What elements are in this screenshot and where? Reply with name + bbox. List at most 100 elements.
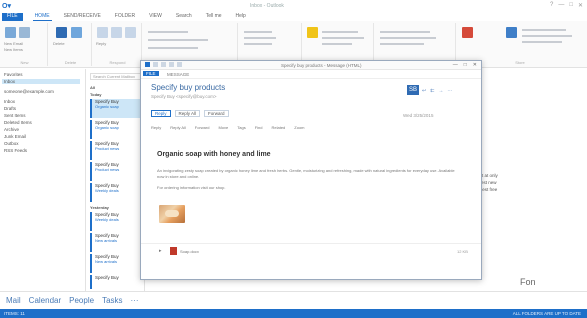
forward-icon[interactable] [125, 27, 136, 38]
reply-icon[interactable] [97, 27, 108, 38]
tab-home[interactable]: HOME [32, 13, 52, 21]
folder-drafts[interactable]: Drafts [4, 106, 16, 111]
message-body-footer: For ordering information visit our shop. [157, 185, 226, 190]
folder-outbox[interactable]: Outbox [4, 141, 19, 146]
undo-icon[interactable] [153, 62, 158, 67]
help-button[interactable]: ? [550, 2, 553, 9]
folder-rss[interactable]: RSS Feeds [4, 148, 27, 153]
filter-all[interactable]: All [90, 85, 95, 90]
group-respond-label: Respond [109, 60, 126, 65]
tab-search[interactable]: Search [174, 13, 194, 21]
folder-account[interactable]: someone@example.com [4, 89, 54, 94]
delete-label: Delete [53, 41, 65, 46]
store-icon[interactable] [462, 27, 473, 38]
cmd-reply[interactable]: Reply [151, 125, 161, 130]
folder-inbox[interactable]: Inbox [4, 99, 15, 104]
attachment-bar: ▸ Soap.docx 12 KB [141, 243, 481, 258]
close-button[interactable]: ✕ [473, 62, 477, 68]
group-today: Today [90, 92, 102, 97]
ribbon-tabs: FILE HOME SEND/RECEIVE FOLDER VIEW Searc… [0, 13, 587, 21]
nav-more[interactable]: ··· [131, 296, 139, 305]
message-actions: ↩ ⇇ → ⋯ [422, 88, 452, 94]
maximize-button[interactable]: □ [464, 62, 467, 68]
folder-archive[interactable]: Archive [4, 127, 19, 132]
forward-icon[interactable]: → [438, 88, 443, 94]
ribbon-group-respond: Reply Respond [94, 23, 142, 66]
tab-file[interactable]: FILE [143, 71, 159, 76]
tab-send-receive[interactable]: SEND/RECEIVE [62, 13, 103, 21]
reply-icon[interactable]: ↩ [422, 88, 426, 94]
folder-sent[interactable]: Sent Items [4, 113, 26, 118]
list-item[interactable]: Specify Buy Weekly deals [90, 212, 142, 231]
list-item[interactable]: Specify Buy Product news [90, 162, 142, 181]
tab-tell-me[interactable]: Tell me [204, 13, 224, 21]
cmd-related[interactable]: Related [271, 125, 285, 130]
attachment-size: 12 KB [457, 249, 468, 254]
window-title: Inbox - Outlook [250, 3, 284, 9]
archive-icon[interactable] [71, 27, 82, 38]
cmd-find[interactable]: Find [255, 125, 263, 130]
tab-message[interactable]: MESSAGE [167, 72, 189, 77]
more-icon[interactable]: ⋯ [447, 88, 452, 94]
folder-inbox-favorite[interactable]: Inbox [2, 79, 80, 84]
group-new-label: New [20, 60, 29, 65]
reply-all-button[interactable]: Reply All [174, 110, 201, 117]
list-item[interactable]: Specify Buy Weekly deals [90, 183, 142, 202]
tab-file[interactable]: FILE [2, 13, 23, 21]
attachment-name[interactable]: Soap.docx [180, 249, 199, 254]
ribbon-group-new: New Email New Items New [2, 23, 48, 66]
folder-favorites[interactable]: Favorites [4, 72, 23, 77]
maximize-button[interactable]: □ [569, 2, 573, 9]
cmd-tags[interactable]: Tags [237, 125, 245, 130]
addins-icon[interactable] [506, 27, 517, 38]
folder-junk[interactable]: Junk Email [4, 134, 26, 139]
tab-view[interactable]: VIEW [147, 13, 164, 21]
cmd-move[interactable]: Move [218, 125, 228, 130]
attachment-expand-icon[interactable]: ▸ [159, 248, 162, 254]
tab-folder[interactable]: FOLDER [113, 13, 137, 21]
new-items-icon[interactable] [19, 27, 30, 38]
nav-people[interactable]: People [69, 296, 94, 305]
nav-calendar[interactable]: Calendar [29, 296, 61, 305]
cmd-reply-all[interactable]: Reply All [170, 125, 186, 130]
document-icon [170, 247, 177, 255]
reading-pane-signature: Fon [520, 277, 536, 287]
status-bar: ITEMS: 11 ALL FOLDERS ARE UP TO DATE [0, 309, 587, 318]
message-window-title: Specify buy products - Message (HTML) [281, 63, 362, 68]
delete-icon[interactable] [56, 27, 67, 38]
minimize-button[interactable]: — [453, 62, 458, 68]
reply-button[interactable]: Reply [151, 110, 171, 117]
soap-bar-shape [165, 210, 179, 217]
folder-deleted[interactable]: Deleted Items [4, 120, 32, 125]
reply-all-icon[interactable] [111, 27, 122, 38]
message-ribbon: FILE MESSAGE [141, 70, 481, 79]
status-items: ITEMS: 11 [4, 311, 25, 316]
forward-button[interactable]: Forward [204, 110, 229, 117]
cmd-zoom[interactable]: Zoom [294, 125, 304, 130]
list-item[interactable]: Specify Buy Organic soap [90, 99, 142, 118]
message-date: Wed 3/25/2015 [403, 113, 434, 118]
new-email-icon[interactable] [5, 27, 16, 38]
outlook-window: O▾ Inbox - Outlook ? — □ ✕ FILE HOME SEN… [0, 0, 587, 318]
list-item[interactable]: Specify Buy Organic soap [90, 120, 142, 139]
list-item[interactable]: Specify Buy New arrivals [90, 254, 142, 273]
new-items-label: New Items [4, 47, 23, 52]
down-icon[interactable] [177, 62, 182, 67]
nav-mail[interactable]: Mail [6, 296, 21, 305]
save-icon[interactable] [145, 62, 150, 67]
minimize-button[interactable]: — [558, 2, 564, 9]
message-command-bar: Reply Reply All Forward Move Tags Find R… [151, 125, 305, 130]
nav-tasks[interactable]: Tasks [102, 296, 122, 305]
reply-all-icon[interactable]: ⇇ [430, 88, 434, 94]
list-item[interactable]: Specify Buy New arrivals [90, 233, 142, 252]
cmd-forward[interactable]: Forward [195, 125, 210, 130]
tab-help[interactable]: Help [234, 13, 248, 21]
list-item[interactable]: Specify Buy [90, 275, 142, 289]
list-item[interactable]: Specify Buy Product news [90, 141, 142, 160]
reply-label: Reply [96, 41, 107, 46]
up-icon[interactable] [169, 62, 174, 67]
tags-icon[interactable] [307, 27, 318, 38]
redo-icon[interactable] [161, 62, 166, 67]
close-button[interactable]: ✕ [578, 2, 583, 9]
search-input[interactable]: Search Current Mailbox [90, 73, 142, 80]
